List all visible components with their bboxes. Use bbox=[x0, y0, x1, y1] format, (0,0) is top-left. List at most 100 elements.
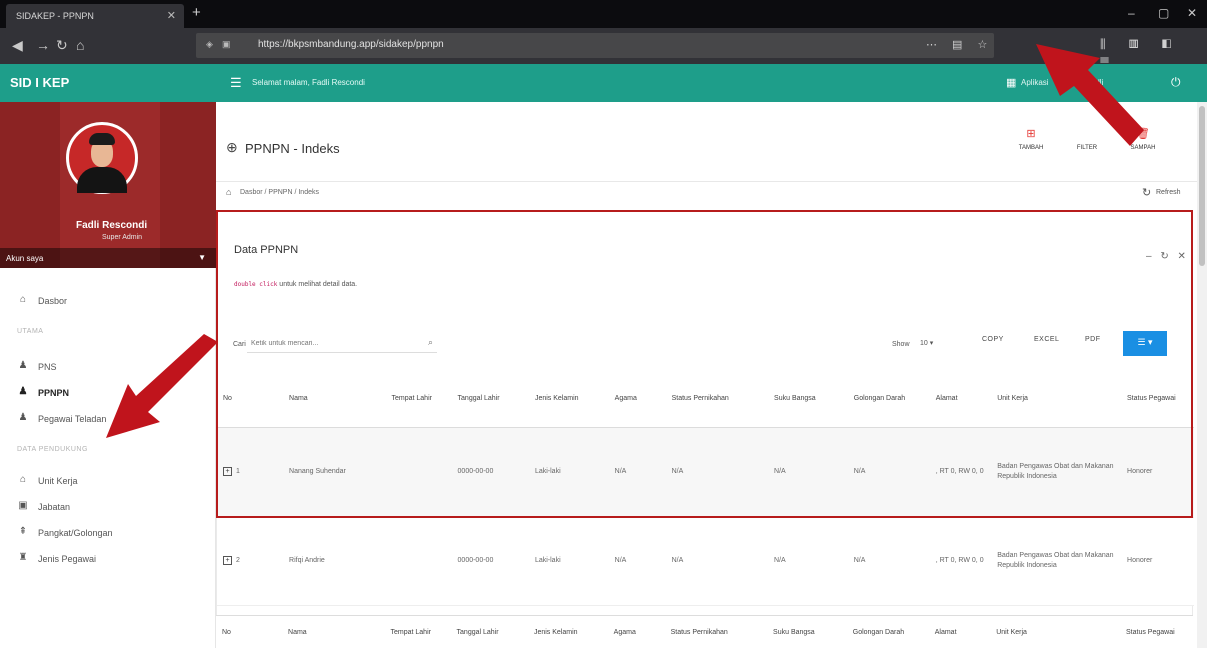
building-icon: ⌂ bbox=[19, 474, 27, 485]
col-header[interactable]: Alamat bbox=[929, 371, 992, 428]
cell-status-nikah: N/A bbox=[665, 427, 769, 518]
profile-role: Super Admin bbox=[102, 234, 143, 241]
col-header[interactable]: Tempat Lahir bbox=[385, 371, 452, 428]
back-icon[interactable]: ◀ bbox=[12, 37, 23, 54]
user-group-icon: ♜ bbox=[18, 552, 28, 563]
greeting-text: Selamat malam, Fadli Rescondi bbox=[252, 78, 365, 87]
close-tab-icon[interactable]: ✕ bbox=[167, 9, 176, 22]
excel-button[interactable]: EXCEL bbox=[1034, 336, 1059, 343]
card-title: Data PPNPN bbox=[234, 244, 299, 256]
browser-toolbar: ◀ → ↻ ⌂ ◈ ▣ https://bkpsmbandung.app/sid… bbox=[0, 28, 1207, 67]
profile-card: Fadli Rescondi Super Admin Akun saya ▼ bbox=[0, 102, 216, 268]
forward-icon[interactable]: → bbox=[36, 37, 50, 53]
cell-status: Honorer bbox=[1121, 517, 1194, 606]
table-row[interactable]: +1 Nanang Suhendar 0000-00-00 Laki-laki … bbox=[217, 427, 1194, 518]
home-icon[interactable]: ⌂ bbox=[226, 187, 231, 197]
page-header: ⊕ PPNPN - Indeks ⊞ TAMBAH ▾ FILTER 🗑 SAM… bbox=[216, 102, 1207, 182]
show-label: Show bbox=[892, 341, 910, 348]
col-footer: Jenis Kelamin bbox=[533, 628, 578, 636]
browser-tab[interactable]: SIDAKEP - PPNPN ✕ bbox=[6, 4, 184, 28]
data-card: Data PPNPN – ↻ ✕ double click untuk meli… bbox=[216, 210, 1194, 648]
col-footer: Golongan Darah bbox=[852, 628, 905, 636]
sidebar-item-pangkat[interactable]: ⇞ Pangkat/Golongan bbox=[0, 522, 216, 544]
expand-row-icon[interactable]: + bbox=[223, 556, 232, 565]
col-header[interactable]: Agama bbox=[608, 371, 666, 428]
sidebar-item-dasbor[interactable]: ⌂ Dasbor bbox=[0, 290, 216, 312]
cell-alamat[interactable]: , RT 0, RW 0, 0 bbox=[929, 517, 992, 606]
table-header-row: No Nama Tempat Lahir Tanggal Lahir Jenis… bbox=[217, 371, 1194, 428]
user-icon: ♟ bbox=[18, 360, 28, 371]
user-menu[interactable]: Fadli bbox=[1086, 78, 1103, 87]
page-length-select[interactable]: 10 ▾ bbox=[920, 339, 933, 347]
sidebar-item-pegawai-teladan[interactable]: ♟ Pegawai Teladan bbox=[0, 408, 216, 430]
minimize-icon[interactable]: – bbox=[1128, 6, 1135, 20]
col-header[interactable]: Tanggal Lahir bbox=[451, 371, 529, 428]
tambah-button[interactable]: ⊞ TAMBAH bbox=[1008, 127, 1054, 151]
card-tools[interactable]: – ↻ ✕ bbox=[1146, 251, 1189, 262]
col-header[interactable]: Golongan Darah bbox=[847, 371, 930, 428]
sidebar-item-jabatan[interactable]: ▣ Jabatan bbox=[0, 496, 216, 518]
col-header[interactable]: No bbox=[217, 371, 284, 428]
table-row[interactable]: +2 Rifqi Andrie 0000-00-00 Laki-laki N/A… bbox=[217, 517, 1194, 606]
col-footer: Tempat Lahir bbox=[390, 628, 431, 636]
brand-logo[interactable]: SID I KEP bbox=[10, 75, 69, 90]
shield-icon: ◈ bbox=[206, 39, 213, 49]
address-bar[interactable]: ◈ ▣ https://bkpsmbandung.app/sidakep/ppn… bbox=[196, 33, 994, 58]
copy-button[interactable]: COPY bbox=[982, 336, 1004, 343]
col-header[interactable]: Status Pernikahan bbox=[665, 371, 769, 428]
cell-status: Honorer bbox=[1121, 427, 1194, 518]
sidebar: SID I KEP Fadli Rescondi Super Admin Aku… bbox=[0, 64, 216, 648]
cell-status-nikah: N/A bbox=[665, 517, 769, 606]
reload-icon[interactable]: ↻ bbox=[56, 37, 68, 54]
col-header[interactable]: Suku Bangsa bbox=[768, 371, 848, 428]
sidebar-item-unit-kerja[interactable]: ⌂ Unit Kerja bbox=[0, 470, 216, 492]
col-footer: Status Pernikahan bbox=[670, 628, 728, 636]
apps-grid-icon[interactable]: ▦ bbox=[1006, 76, 1016, 89]
toolbar-icons[interactable]: ⫼ ▥ ◧ ☰ bbox=[1100, 37, 1207, 67]
power-icon[interactable]: ⏻ bbox=[1171, 75, 1181, 90]
col-header[interactable]: Unit Kerja bbox=[991, 371, 1122, 428]
scrollbar-thumb[interactable] bbox=[1199, 106, 1205, 266]
refresh-button[interactable]: Refresh bbox=[1156, 189, 1181, 196]
cell-tanggal: 0000-00-00 bbox=[451, 517, 529, 606]
search-input[interactable] bbox=[247, 335, 437, 353]
lock-icon: ▣ bbox=[222, 39, 231, 49]
column-visibility-button[interactable]: ☰ ▾ bbox=[1123, 331, 1167, 356]
close-window-icon[interactable]: ✕ bbox=[1187, 6, 1197, 20]
table-footer-row: No Nama Tempat Lahir Tanggal Lahir Jenis… bbox=[216, 616, 1193, 648]
col-footer: Tanggal Lahir bbox=[456, 628, 499, 636]
sidebar-item-ppnpn[interactable]: ♟ PPNPN bbox=[0, 382, 216, 404]
apps-label[interactable]: Aplikasi bbox=[1021, 78, 1049, 87]
user-icon: ♟ bbox=[18, 412, 28, 423]
col-header[interactable]: Status Pegawai bbox=[1121, 371, 1194, 428]
breadcrumb-text[interactable]: Dasbor / PPNPN / Indeks bbox=[240, 189, 319, 196]
page-actions-icon[interactable]: ⋯ ▤ ☆ bbox=[926, 38, 993, 51]
col-header[interactable]: Jenis Kelamin bbox=[528, 371, 609, 428]
account-menu[interactable]: Akun saya ▼ bbox=[0, 248, 216, 268]
page-title: PPNPN - Indeks bbox=[245, 141, 340, 156]
maximize-icon[interactable]: ▢ bbox=[1158, 6, 1169, 20]
col-footer: Agama bbox=[613, 628, 636, 636]
sidebar-item-pns[interactable]: ♟ PNS bbox=[0, 356, 216, 378]
home-browser-icon[interactable]: ⌂ bbox=[76, 37, 84, 53]
trash-icon: 🗑 bbox=[1136, 128, 1150, 140]
cell-nama: Rifqi Andrie bbox=[283, 517, 386, 606]
sampah-button[interactable]: 🗑 SAMPAH bbox=[1120, 127, 1166, 151]
cell-alamat[interactable]: , RT 0, RW 0, 0 bbox=[929, 427, 992, 518]
cell-tanggal: 0000-00-00 bbox=[451, 427, 529, 518]
cell-unit: Badan Pengawas Obat dan Makanan Republik… bbox=[991, 517, 1122, 606]
col-header[interactable]: Nama bbox=[283, 371, 386, 428]
new-tab-icon[interactable]: + bbox=[192, 4, 201, 21]
pdf-button[interactable]: PDF bbox=[1085, 336, 1101, 343]
url-text: https://bkpsmbandung.app/sidakep/ppnpn bbox=[258, 39, 444, 50]
cell-tempat bbox=[385, 517, 452, 606]
refresh-icon[interactable]: ↻ bbox=[1142, 186, 1151, 199]
menu-icon[interactable]: ☰ bbox=[230, 75, 242, 91]
filter-button[interactable]: ▾ FILTER bbox=[1064, 127, 1110, 151]
avatar bbox=[66, 122, 138, 194]
col-footer: No bbox=[222, 628, 231, 636]
expand-row-icon[interactable]: + bbox=[223, 467, 232, 476]
sidebar-item-jenis-pegawai[interactable]: ♜ Jenis Pegawai bbox=[0, 548, 216, 570]
section-heading-utama: UTAMA bbox=[17, 328, 44, 335]
cell-jk: Laki-laki bbox=[528, 517, 609, 606]
